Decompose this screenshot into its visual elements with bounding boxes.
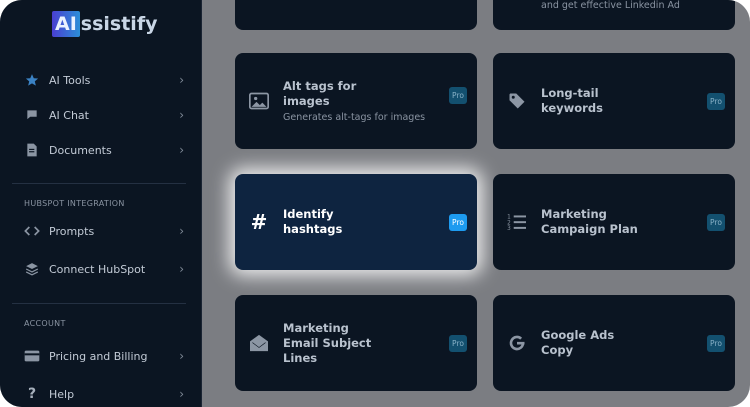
chat-bubble-icon [24,107,40,123]
tool-card-alt-tags[interactable]: Alt tags for images Generates alt-tags f… [235,53,477,149]
code-icon [24,223,40,239]
chevron-right-icon: › [179,143,184,157]
pro-badge: Pro [707,335,725,352]
card-title-line: Lines [283,350,318,365]
sidebar-item-pricing-billing[interactable]: Pricing and Billing › [24,345,186,367]
pro-badge: Pro [707,93,725,110]
chevron-right-icon: › [179,349,184,363]
sidebar-item-label: Documents [49,143,112,157]
logo-text: ssistify [80,13,158,35]
pro-badge: Pro [707,214,725,231]
tool-card-marketing-campaign-plan[interactable]: 123 Marketing Campaign Plan Pro [493,174,735,270]
tool-card-identify-hashtags[interactable]: # Identify hashtags Pro [235,174,477,270]
card-title-line: hashtags [283,222,343,236]
sidebar-item-prompts[interactable]: Prompts › [24,220,186,242]
hashtag-icon: # [250,210,268,234]
chevron-right-icon: › [179,224,184,238]
sidebar-item-label: Prompts [49,224,95,238]
sidebar-item-label: AI Tools [49,73,91,87]
sidebar-item-connect-hubspot[interactable]: Connect HubSpot › [24,258,186,280]
app-window: AI ssistify AI Tools › AI Chat › Documen… [0,0,750,407]
sidebar-item-ai-chat[interactable]: AI Chat › [24,104,186,126]
sidebar-item-label: Connect HubSpot [49,262,146,276]
question-icon: ? [27,386,37,402]
sidebar-divider [12,303,186,304]
card-title-line: Email Subject [283,335,372,350]
logo-mark: AI [52,11,80,37]
card-description: Generates alt-tags for images [283,112,426,123]
card-title-line: Marketing [541,207,607,221]
sidebar-item-label: AI Chat [49,108,89,122]
card-title-line: Campaign Plan [541,222,638,236]
envelope-open-icon [249,333,269,353]
layers-icon [24,261,40,277]
tool-card-google-ads-copy[interactable]: Google Ads Copy Pro [493,295,735,391]
brand-logo[interactable]: AI ssistify [52,10,157,38]
google-icon [507,333,527,353]
section-title-hubspot: HUBSPOT INTEGRATION [24,199,125,208]
tool-card-partial[interactable] [235,0,477,30]
star-icon [24,72,40,88]
tool-card-email-subject-lines[interactable]: Marketing Email Subject Lines Pro [235,295,477,391]
sidebar: AI ssistify AI Tools › AI Chat › Documen… [0,0,202,407]
document-icon [24,142,40,158]
sidebar-item-documents[interactable]: Documents › [24,139,186,161]
sidebar-item-help[interactable]: ? Help › [24,383,186,405]
tag-icon [507,91,527,111]
pro-badge: Pro [449,214,467,231]
sidebar-item-label: Help [49,387,75,401]
card-title-line: images [283,94,330,108]
card-description: and get effective Linkedin Ad [541,0,680,11]
svg-text:3: 3 [507,226,511,231]
pro-badge: Pro [449,335,467,352]
card-title-line: Google Ads [541,328,615,342]
chevron-right-icon: › [179,108,184,122]
card-title-line: Alt tags for [283,79,357,93]
chevron-right-icon: › [179,73,184,87]
card-title-line: Marketing [283,320,349,335]
chevron-right-icon: › [179,262,184,276]
section-title-account: ACCOUNT [24,319,66,328]
image-icon [249,91,269,111]
pro-badge: Pro [449,87,467,104]
card-title-line: Long-tail [541,86,599,100]
sidebar-item-label: Pricing and Billing [49,349,148,363]
chevron-right-icon: › [179,387,184,401]
credit-card-icon [24,348,40,364]
card-title-line: Copy [541,343,574,357]
tool-card-partial[interactable]: and get effective Linkedin Ad [493,0,735,30]
sidebar-divider [12,183,186,184]
sidebar-item-ai-tools[interactable]: AI Tools › [24,69,186,91]
card-title-line: keywords [541,101,603,115]
tool-card-long-tail-keywords[interactable]: Long-tail keywords Pro [493,53,735,149]
card-title-line: Identify [283,207,334,221]
numbered-list-icon: 123 [507,212,527,232]
